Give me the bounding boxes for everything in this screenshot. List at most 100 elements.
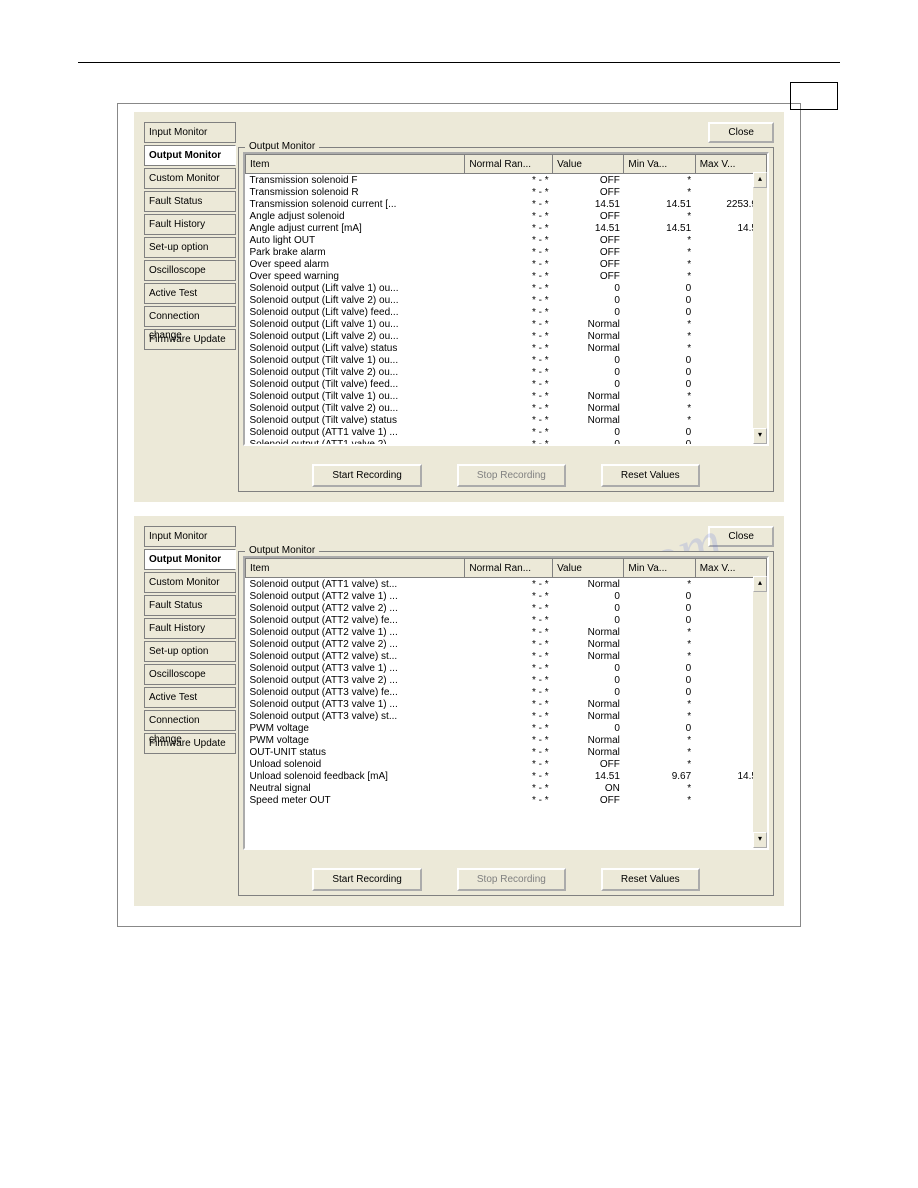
column-header[interactable]: Max V... <box>695 155 766 174</box>
sidebar-tab[interactable]: Set-up option <box>144 641 236 662</box>
panel-title: Output Monitor <box>245 545 319 556</box>
sidebar-tab[interactable]: Input Monitor <box>144 526 236 547</box>
column-header[interactable]: Normal Ran... <box>465 155 553 174</box>
table-cell: 0 <box>553 306 624 318</box>
table-row[interactable]: Solenoid output (Lift valve) feed...* - … <box>246 306 767 318</box>
sidebar-tab[interactable]: Oscilloscope <box>144 260 236 281</box>
scroll-up-icon[interactable]: ▴ <box>753 172 767 188</box>
table-row[interactable]: Solenoid output (Lift valve 1) ou...* - … <box>246 282 767 294</box>
table-cell: * - * <box>465 590 553 602</box>
table-row[interactable]: Solenoid output (Lift valve 2) ou...* - … <box>246 330 767 342</box>
sidebar-tab[interactable]: Fault Status <box>144 595 236 616</box>
table-row[interactable]: Angle adjust solenoid* - *OFF** <box>246 210 767 222</box>
table-cell: * <box>624 258 695 270</box>
table-cell: * <box>624 402 695 414</box>
table-row[interactable]: Solenoid output (ATT3 valve) fe...* - *0… <box>246 686 767 698</box>
sidebar-tab[interactable]: Custom Monitor <box>144 168 236 189</box>
table-row[interactable]: Solenoid output (ATT2 valve 1) ...* - *0… <box>246 590 767 602</box>
sidebar-tab[interactable]: Set-up option <box>144 237 236 258</box>
table-row[interactable]: Solenoid output (ATT1 valve) st...* - *N… <box>246 578 767 591</box>
table-row[interactable]: Solenoid output (Tilt valve 1) ou...* - … <box>246 354 767 366</box>
table-row[interactable]: Solenoid output (Lift valve 1) ou...* - … <box>246 318 767 330</box>
table-row[interactable]: Solenoid output (Tilt valve 2) ou...* - … <box>246 366 767 378</box>
sidebar-tab[interactable]: Output Monitor <box>144 145 236 166</box>
column-header[interactable]: Min Va... <box>624 155 695 174</box>
column-header[interactable]: Item <box>246 559 465 578</box>
sidebar-tab[interactable]: Output Monitor <box>144 549 236 570</box>
table-container: ItemNormal Ran...ValueMin Va...Max V...T… <box>243 152 769 446</box>
sidebar-tab[interactable]: Active Test <box>144 687 236 708</box>
column-header[interactable]: Value <box>553 155 624 174</box>
table-row[interactable]: Solenoid output (ATT2 valve) fe...* - *0… <box>246 614 767 626</box>
table-cell: * - * <box>465 746 553 758</box>
scrollbar[interactable]: ▴▾ <box>753 576 767 848</box>
table-row[interactable]: Solenoid output (ATT3 valve) st...* - *N… <box>246 710 767 722</box>
table-cell: OFF <box>553 174 624 187</box>
column-header[interactable]: Normal Ran... <box>465 559 553 578</box>
reset-values-button[interactable]: Reset Values <box>601 464 700 487</box>
table-row[interactable]: Solenoid output (Lift valve) status* - *… <box>246 342 767 354</box>
table-row[interactable]: Solenoid output (ATT3 valve 1) ...* - *0… <box>246 662 767 674</box>
table-row[interactable]: PWM voltage* - *Normal** <box>246 734 767 746</box>
table-row[interactable]: Solenoid output (ATT1 valve 2) ...* - *0… <box>246 438 767 446</box>
table-row[interactable]: Transmission solenoid R* - *OFF** <box>246 186 767 198</box>
scroll-down-icon[interactable]: ▾ <box>753 428 767 444</box>
table-cell: Solenoid output (Tilt valve 1) ou... <box>246 354 465 366</box>
scrollbar[interactable]: ▴▾ <box>753 172 767 444</box>
sidebar-tab[interactable]: Input Monitor <box>144 122 236 143</box>
header-rule <box>78 62 840 63</box>
table-cell: * <box>624 330 695 342</box>
table-row[interactable]: Solenoid output (Tilt valve) status* - *… <box>246 414 767 426</box>
table-row[interactable]: Transmission solenoid current [...* - *1… <box>246 198 767 210</box>
close-button[interactable]: Close <box>708 526 774 547</box>
sidebar-tab[interactable]: Firmware Update <box>144 329 236 350</box>
table-row[interactable]: Angle adjust current [mA]* - *14.5114.51… <box>246 222 767 234</box>
table-row[interactable]: Solenoid output (Tilt valve 2) ou...* - … <box>246 402 767 414</box>
table-row[interactable]: Auto light OUT* - *OFF** <box>246 234 767 246</box>
table-row[interactable]: Park brake alarm* - *OFF** <box>246 246 767 258</box>
column-header[interactable]: Item <box>246 155 465 174</box>
table-row[interactable]: Solenoid output (Tilt valve 1) ou...* - … <box>246 390 767 402</box>
table-row[interactable]: Speed meter OUT* - *OFF** <box>246 794 767 806</box>
sidebar-tab[interactable]: Firmware Update <box>144 733 236 754</box>
column-header[interactable]: Value <box>553 559 624 578</box>
sidebar-tab[interactable]: Oscilloscope <box>144 664 236 685</box>
sidebar-tab[interactable]: Connection change <box>144 710 236 731</box>
table-row[interactable]: Unload solenoid* - *OFF** <box>246 758 767 770</box>
table-cell: Solenoid output (Lift valve 1) ou... <box>246 318 465 330</box>
table-row[interactable]: Neutral signal* - *ON** <box>246 782 767 794</box>
table-row[interactable]: Unload solenoid feedback [mA]* - *14.519… <box>246 770 767 782</box>
column-header[interactable]: Min Va... <box>624 559 695 578</box>
table-row[interactable]: Solenoid output (ATT3 valve 1) ...* - *N… <box>246 698 767 710</box>
table-row[interactable]: Solenoid output (ATT1 valve 1) ...* - *0… <box>246 426 767 438</box>
sidebar-tab[interactable]: Active Test <box>144 283 236 304</box>
sidebar-tab[interactable]: Fault Status <box>144 191 236 212</box>
table-cell: * - * <box>465 686 553 698</box>
table-row[interactable]: Over speed warning* - *OFF** <box>246 270 767 282</box>
sidebar-tab[interactable]: Custom Monitor <box>144 572 236 593</box>
table-cell: * - * <box>465 722 553 734</box>
sidebar-tab[interactable]: Fault History <box>144 214 236 235</box>
table-row[interactable]: Solenoid output (ATT2 valve) st...* - *N… <box>246 650 767 662</box>
table-cell: Normal <box>553 390 624 402</box>
scroll-down-icon[interactable]: ▾ <box>753 832 767 848</box>
table-row[interactable]: PWM voltage* - *000 <box>246 722 767 734</box>
start-recording-button[interactable]: Start Recording <box>312 868 421 891</box>
start-recording-button[interactable]: Start Recording <box>312 464 421 487</box>
table-row[interactable]: Solenoid output (ATT2 valve 1) ...* - *N… <box>246 626 767 638</box>
table-row[interactable]: Solenoid output (Tilt valve) feed...* - … <box>246 378 767 390</box>
table-row[interactable]: Over speed alarm* - *OFF** <box>246 258 767 270</box>
table-row[interactable]: Transmission solenoid F* - *OFF** <box>246 174 767 187</box>
table-row[interactable]: OUT-UNIT status* - *Normal** <box>246 746 767 758</box>
sidebar-tab[interactable]: Fault History <box>144 618 236 639</box>
table-row[interactable]: Solenoid output (ATT2 valve 2) ...* - *0… <box>246 602 767 614</box>
table-row[interactable]: Solenoid output (Lift valve 2) ou...* - … <box>246 294 767 306</box>
column-header[interactable]: Max V... <box>695 559 766 578</box>
table-cell: * - * <box>465 294 553 306</box>
reset-values-button[interactable]: Reset Values <box>601 868 700 891</box>
scroll-up-icon[interactable]: ▴ <box>753 576 767 592</box>
table-row[interactable]: Solenoid output (ATT3 valve 2) ...* - *0… <box>246 674 767 686</box>
sidebar-tab[interactable]: Connection change <box>144 306 236 327</box>
close-button[interactable]: Close <box>708 122 774 143</box>
table-row[interactable]: Solenoid output (ATT2 valve 2) ...* - *N… <box>246 638 767 650</box>
